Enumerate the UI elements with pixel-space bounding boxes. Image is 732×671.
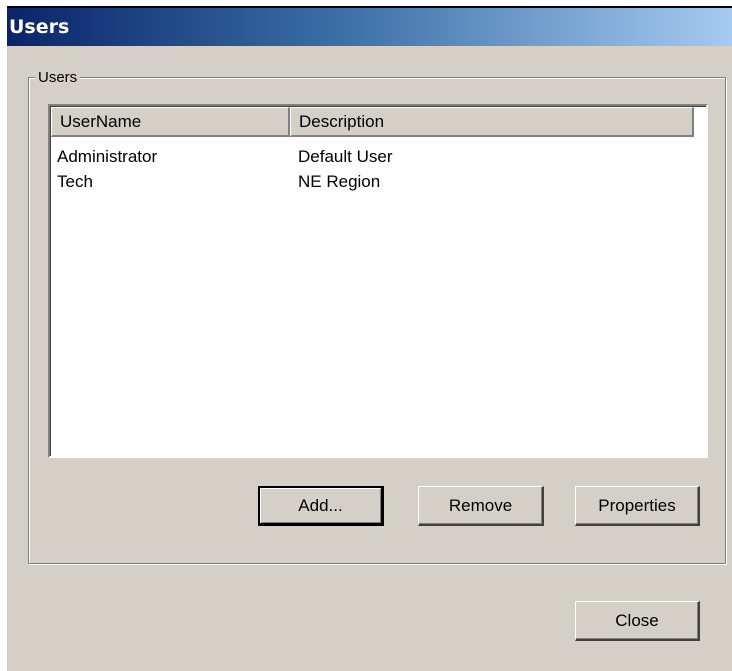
list-item[interactable]: Administrator Default User [51,144,705,169]
cell-description: Default User [298,147,393,166]
column-header-username[interactable]: UserName [51,107,290,137]
list-header: UserName Description [51,107,705,137]
cell-username: Administrator [57,147,158,166]
cell-description: NE Region [298,172,381,191]
users-listview[interactable]: UserName Description Administrator Defau… [48,104,708,458]
properties-button[interactable]: Properties [575,486,700,526]
groupbox-label: Users [35,69,81,87]
list-rows: Administrator Default User Tech NE Regio… [51,144,705,194]
cell-username: Tech [57,172,93,191]
title-bar[interactable]: Users [7,8,732,46]
close-button[interactable]: Close [575,601,700,641]
remove-button[interactable]: Remove [418,486,544,526]
column-header-description[interactable]: Description [290,107,694,137]
users-dialog: Users Users UserName Description Adminis… [7,6,732,671]
window-title: Users [9,16,70,38]
add-button[interactable]: Add... [258,486,384,526]
list-item[interactable]: Tech NE Region [51,169,705,194]
